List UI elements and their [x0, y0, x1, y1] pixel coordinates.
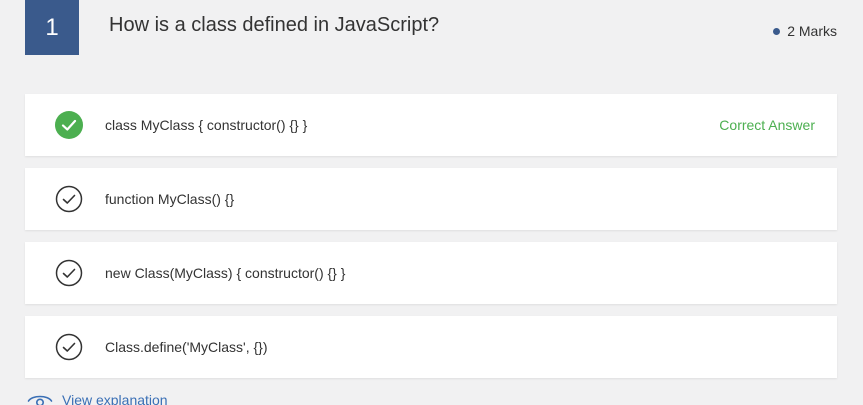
option-2[interactable]: function MyClass() {} [25, 168, 837, 230]
question-text: How is a class defined in JavaScript? [109, 14, 440, 36]
option-label: Class.define('MyClass', {}) [105, 339, 268, 355]
option-3[interactable]: new Class(MyClass) { constructor() {} } [25, 242, 837, 304]
marks-badge: 2 Marks [773, 23, 837, 39]
check-circle-outline-icon [55, 259, 83, 287]
option-label: function MyClass() {} [105, 191, 235, 207]
question-card: 1 How is a class defined in JavaScript? … [0, 0, 863, 405]
option-label: new Class(MyClass) { constructor() {} } [105, 265, 346, 281]
option-4[interactable]: Class.define('MyClass', {}) [25, 316, 837, 378]
bullet-dot-icon [773, 27, 781, 35]
check-circle-filled-icon [55, 111, 83, 139]
correct-answer-badge: Correct Answer [719, 117, 815, 133]
option-label: class MyClass { constructor() {} } [105, 117, 308, 133]
view-explanation-link[interactable]: View explanation [27, 392, 168, 405]
question-number: 1 [25, 0, 79, 55]
check-circle-outline-icon [55, 185, 83, 213]
check-circle-outline-icon [55, 333, 83, 361]
option-1[interactable]: class MyClass { constructor() {} } Corre… [25, 94, 837, 156]
marks-label: 2 Marks [787, 23, 837, 39]
eye-icon [27, 395, 53, 405]
view-explanation-label: View explanation [62, 392, 168, 405]
